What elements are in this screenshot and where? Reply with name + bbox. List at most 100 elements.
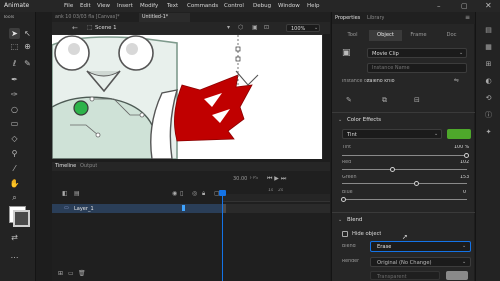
eye-icon[interactable]: ◉ bbox=[172, 190, 177, 197]
tint-slider-track[interactable] bbox=[342, 155, 467, 156]
break-apart-icon[interactable]: ⊟ bbox=[414, 96, 420, 104]
color-icon[interactable]: ◐ bbox=[484, 77, 493, 86]
menu-debug[interactable]: Debug bbox=[253, 3, 271, 9]
layer-row[interactable]: ▭ Layer_1 bbox=[52, 204, 222, 213]
background-color-swatch[interactable] bbox=[446, 271, 468, 280]
swap-symbol-icon[interactable]: ⇋ bbox=[454, 77, 459, 84]
render-select[interactable]: Original (No Change) ⌄ bbox=[370, 257, 471, 267]
selection-tool-icon[interactable]: ➤ bbox=[9, 28, 20, 39]
menu-modify[interactable]: Modify bbox=[140, 3, 158, 9]
info-icon[interactable]: ⓘ bbox=[484, 111, 493, 120]
delete-layer-icon[interactable]: 🗑︎ bbox=[78, 270, 86, 277]
tab-properties[interactable]: Properties bbox=[335, 15, 360, 21]
library-icon[interactable]: ▦ bbox=[484, 43, 493, 52]
tint-slider-knob[interactable] bbox=[464, 153, 469, 158]
lock-icon[interactable]: 🔒︎ bbox=[202, 190, 205, 198]
fps-value[interactable]: 30.00 bbox=[233, 176, 247, 182]
menu-insert[interactable]: Insert bbox=[117, 3, 133, 9]
bone-tool-icon[interactable]: ⚲ bbox=[9, 148, 20, 159]
free-transform-icon[interactable]: ⬚ bbox=[9, 41, 20, 52]
close-icon[interactable]: ✕ bbox=[485, 1, 492, 10]
new-folder-icon[interactable]: ▭ bbox=[68, 270, 74, 277]
color-style-select[interactable]: Tint ⌄ bbox=[342, 129, 442, 139]
playhead-handle[interactable] bbox=[219, 190, 226, 196]
green-slider-track[interactable] bbox=[342, 183, 467, 184]
layer-depth-icon[interactable]: ▤ bbox=[74, 190, 80, 197]
panel-menu-icon[interactable]: ≡ bbox=[465, 14, 470, 21]
fill-swatch[interactable] bbox=[13, 210, 30, 227]
center-stage-icon[interactable]: ⊡ bbox=[264, 24, 269, 31]
minimize-icon[interactable]: – bbox=[437, 2, 441, 10]
pen-icon[interactable]: ✒ bbox=[9, 74, 20, 85]
tab-library[interactable]: Library bbox=[367, 15, 384, 21]
duplicate-symbol-icon[interactable]: ⧉ bbox=[382, 96, 387, 105]
play-controls-icon[interactable]: ⏮ ▶ ⏭ bbox=[267, 175, 286, 183]
instance-name-input[interactable] bbox=[367, 63, 467, 73]
playhead[interactable] bbox=[222, 190, 223, 281]
layer-frames[interactable] bbox=[222, 204, 330, 213]
new-layer-icon[interactable]: ⊞ bbox=[58, 270, 63, 277]
red-value[interactable]: 102 bbox=[460, 160, 469, 165]
tint-value[interactable]: 100 % bbox=[454, 145, 469, 150]
eraser-icon[interactable]: ◇ bbox=[9, 133, 20, 144]
tab-timeline[interactable]: Timeline bbox=[55, 163, 76, 169]
blue-slider-knob[interactable] bbox=[341, 197, 346, 202]
menu-file[interactable]: File bbox=[64, 3, 73, 9]
tint-color-swatch[interactable] bbox=[447, 129, 471, 139]
back-arrow-icon[interactable]: ← bbox=[72, 24, 78, 32]
blend-mode-select[interactable]: Erase ⌄ bbox=[370, 241, 471, 252]
highlight-icon[interactable]: ▯ bbox=[180, 190, 183, 197]
menu-window[interactable]: Window bbox=[278, 3, 300, 9]
tab-untitled[interactable]: Untitled-1* bbox=[139, 13, 190, 22]
menu-commands[interactable]: Commands bbox=[187, 3, 218, 9]
chevron-down-icon[interactable]: ⌄ bbox=[338, 217, 342, 223]
lasso-icon[interactable]: ℓ bbox=[9, 58, 20, 69]
menu-control[interactable]: Control bbox=[224, 3, 244, 9]
menu-edit[interactable]: Edit bbox=[80, 3, 91, 9]
3d-rotation-icon[interactable]: ⊕ bbox=[22, 41, 33, 52]
oval-tool-icon[interactable]: ○ bbox=[9, 104, 20, 115]
menu-text[interactable]: Text bbox=[167, 3, 178, 9]
ink-icon[interactable]: ✑ bbox=[9, 89, 20, 100]
chevron-down-icon[interactable]: ⌄ bbox=[338, 117, 342, 123]
pencil-icon[interactable]: ✎ bbox=[22, 58, 33, 69]
transparent-select[interactable]: Transparent bbox=[370, 271, 440, 280]
blue-value[interactable]: 0 bbox=[463, 190, 466, 195]
tab-frame[interactable]: Frame bbox=[402, 30, 435, 41]
align-icon[interactable]: ⊞ bbox=[484, 60, 493, 69]
subselect-tool-icon[interactable]: ↖ bbox=[22, 28, 33, 39]
timeline-ruler[interactable] bbox=[222, 194, 330, 202]
tab-tool[interactable]: Tool bbox=[336, 30, 369, 41]
transform-icon[interactable]: ⟲ bbox=[484, 94, 493, 103]
symbol-type-select[interactable]: Movie Clip ⌄ bbox=[367, 48, 467, 58]
blue-slider-track[interactable] bbox=[342, 199, 467, 200]
tab-ank-fla[interactable]: ank 10 03/03 fla [Canvas]* bbox=[52, 13, 139, 22]
stage-canvas[interactable] bbox=[52, 35, 322, 159]
swap-colors-icon[interactable]: ⇄ bbox=[9, 232, 20, 243]
camera-icon[interactable]: ◧ bbox=[62, 190, 68, 197]
rectangle-tool-icon[interactable]: ▭ bbox=[9, 118, 20, 129]
menu-help[interactable]: Help bbox=[307, 3, 320, 9]
eyedropper-icon[interactable]: ⁄ bbox=[9, 163, 20, 174]
tab-doc[interactable]: Doc bbox=[435, 30, 468, 41]
green-slider-knob[interactable] bbox=[414, 181, 419, 186]
menu-view[interactable]: View bbox=[97, 3, 110, 9]
tab-output[interactable]: Output bbox=[80, 163, 97, 169]
properties-icon[interactable]: ▤ bbox=[484, 26, 493, 35]
layer-name[interactable]: Layer_1 bbox=[74, 206, 94, 212]
show-icon[interactable]: ◎ bbox=[192, 190, 197, 197]
red-slider-knob[interactable] bbox=[390, 167, 395, 172]
hide-object-checkbox[interactable] bbox=[342, 231, 348, 237]
zoom-select[interactable]: 100% ⌄ bbox=[286, 24, 320, 32]
green-value[interactable]: 153 bbox=[460, 175, 469, 180]
tab-object[interactable]: Object bbox=[369, 30, 402, 41]
hand-tool-icon[interactable]: ✋ bbox=[9, 178, 20, 189]
red-slider-track[interactable] bbox=[342, 169, 467, 170]
motion-presets-icon[interactable]: ✦ bbox=[484, 128, 493, 137]
clip-icon[interactable]: ▣ bbox=[252, 24, 258, 31]
edit-symbol-icon[interactable]: ⬡ bbox=[238, 24, 243, 31]
edit-symbol-button-icon[interactable]: ✎ bbox=[346, 96, 352, 104]
edit-scene-icon[interactable]: ▾ bbox=[227, 24, 230, 31]
more-tools-icon[interactable]: ⋯ bbox=[9, 252, 20, 263]
maximize-icon[interactable]: ▢ bbox=[461, 2, 468, 10]
